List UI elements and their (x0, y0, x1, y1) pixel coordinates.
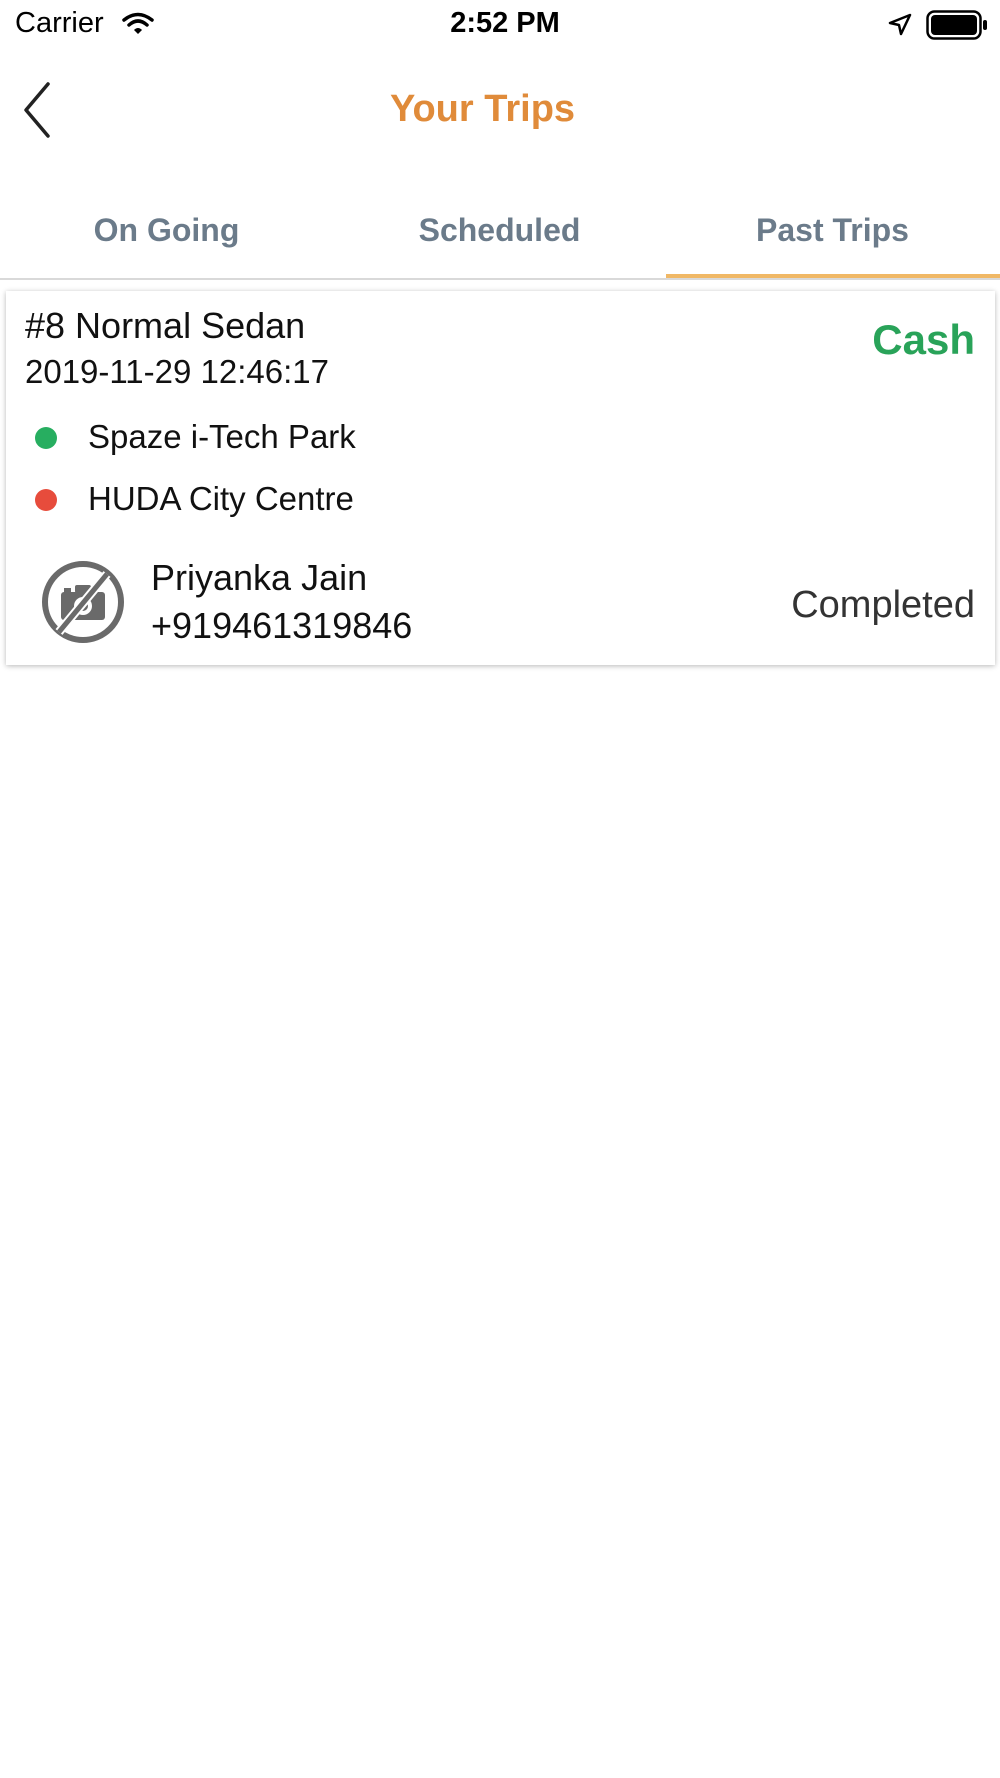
nav-bar: Your Trips (0, 60, 1000, 160)
dropoff-dot-icon (35, 489, 57, 511)
page-title: Your Trips (389, 88, 576, 130)
location-arrow-icon (887, 12, 913, 43)
status-time: 2:52 PM (450, 7, 560, 39)
trip-datetime: 2019-11-29 12:46:17 (25, 353, 329, 390)
pickup-location: Spaze i-Tech Park (88, 418, 356, 455)
trip-tabs: On Going Scheduled Past Trips (0, 190, 1000, 280)
payment-method: Cash (872, 316, 975, 363)
dropoff-location: HUDA City Centre (88, 480, 354, 517)
tab-past-trips[interactable]: Past Trips (666, 190, 999, 278)
pickup-dot-icon (35, 427, 57, 449)
trip-status: Completed (791, 584, 975, 626)
no-photo-icon (41, 560, 125, 649)
trip-card[interactable]: #8 Normal Sedan 2019-11-29 12:46:17 Cash… (6, 291, 995, 665)
driver-phone: +919461319846 (151, 605, 413, 646)
battery-icon (926, 10, 988, 45)
status-bar: Carrier 2:52 PM (0, 0, 1000, 50)
tab-on-going[interactable]: On Going (0, 190, 333, 278)
trip-title: #8 Normal Sedan (25, 305, 306, 346)
active-tab-indicator (666, 274, 1000, 278)
driver-name: Priyanka Jain (151, 557, 368, 598)
chevron-left-icon (18, 82, 68, 146)
tab-scheduled[interactable]: Scheduled (333, 190, 666, 278)
